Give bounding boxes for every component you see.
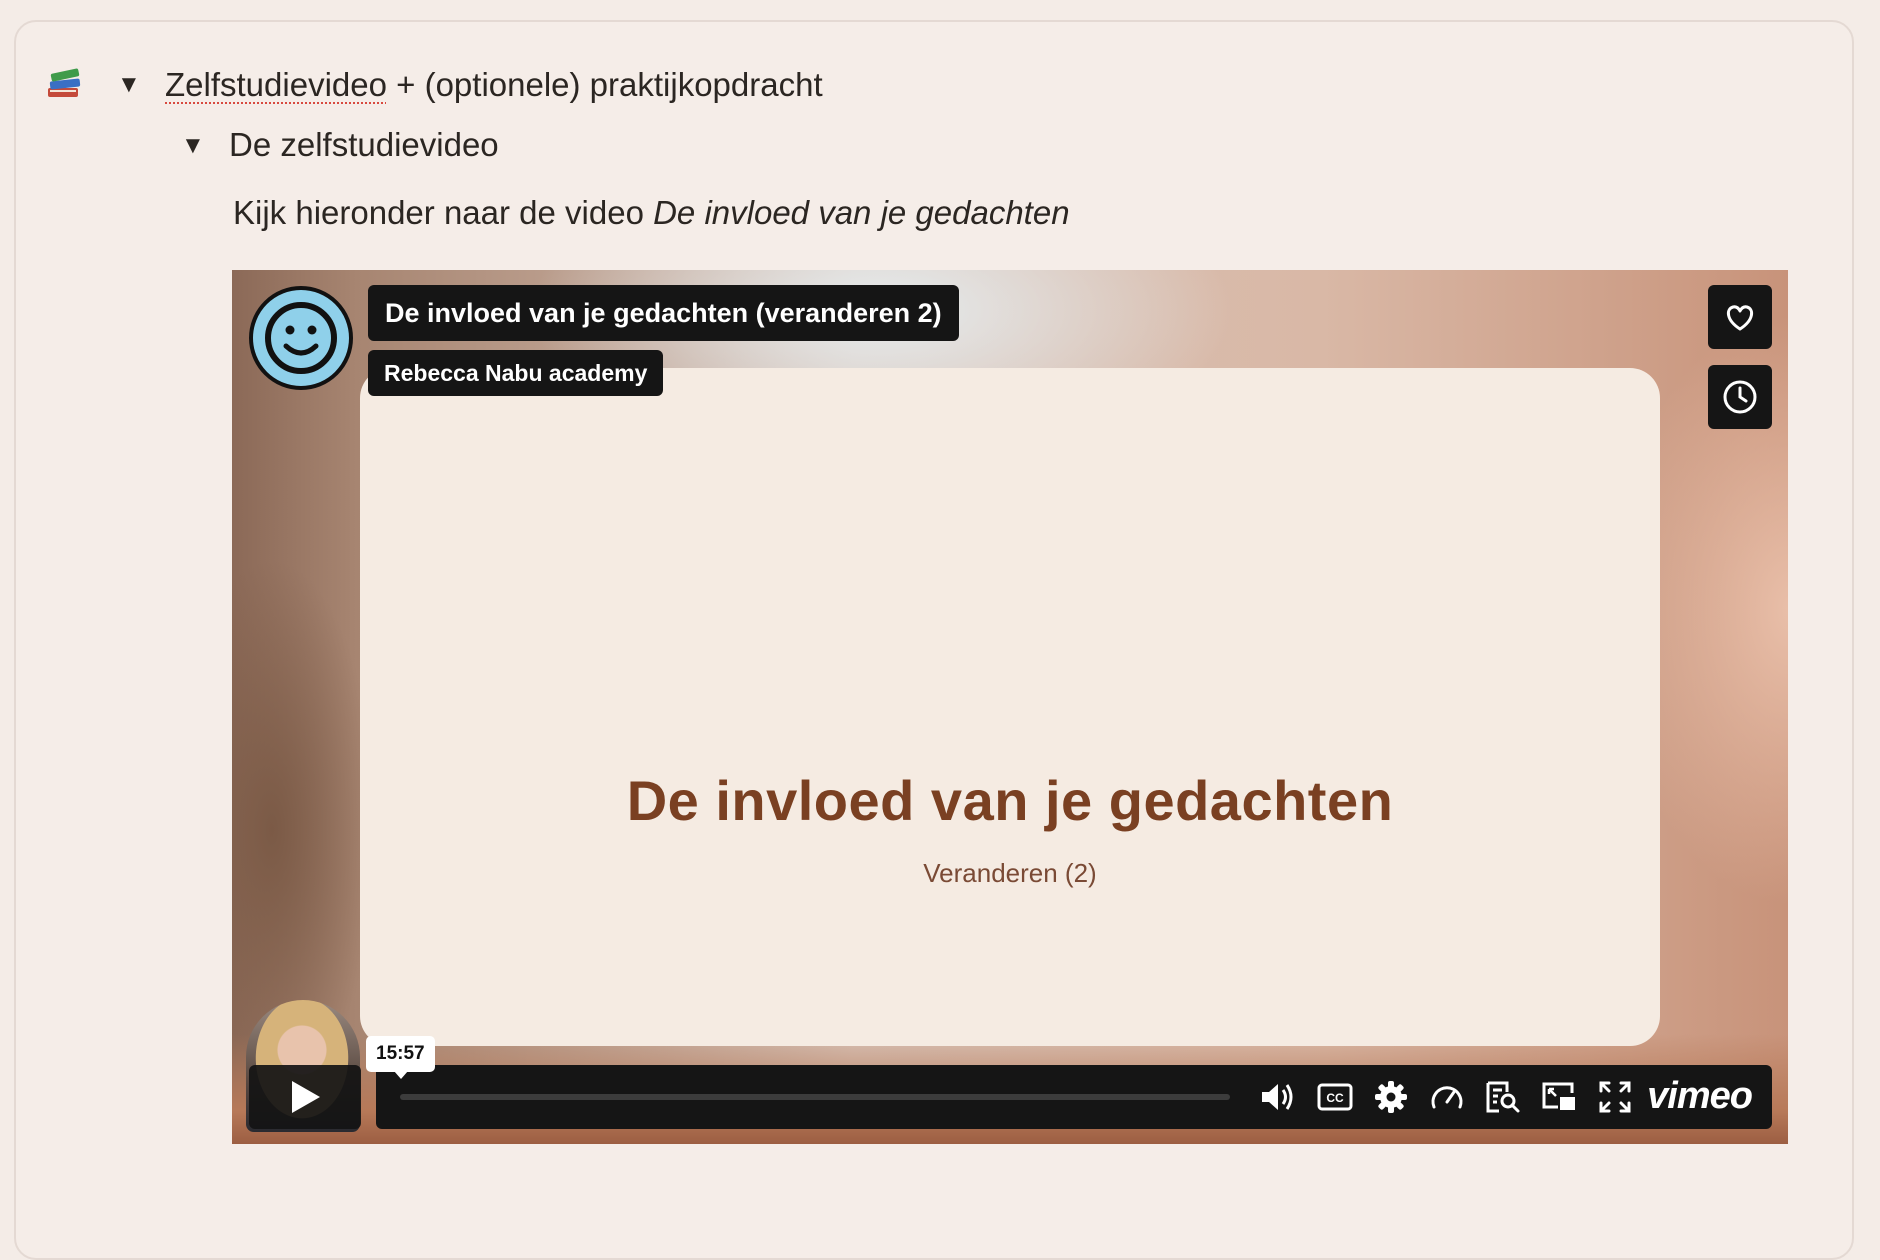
subsection-toggle-triangle-down-icon[interactable]: ▼ bbox=[181, 134, 205, 158]
transcript-search-icon bbox=[1486, 1081, 1520, 1113]
play-icon bbox=[292, 1081, 320, 1113]
section-heading-suffix: + (optionele) praktijkopdracht bbox=[386, 66, 823, 103]
svg-text:CC: CC bbox=[1326, 1091, 1344, 1105]
section-toggle-triangle-down-icon[interactable]: ▼ bbox=[117, 73, 141, 97]
play-button[interactable] bbox=[249, 1065, 361, 1129]
heart-icon bbox=[1726, 305, 1754, 331]
fullscreen-button[interactable] bbox=[1596, 1079, 1634, 1115]
video-owner-link[interactable]: Rebecca Nabu academy bbox=[368, 350, 664, 396]
slide-subtitle: Veranderen (2) bbox=[923, 858, 1097, 888]
section-heading-main: Zelfstudievideo bbox=[165, 66, 387, 103]
intro-text-main: Kijk hieronder naar de video bbox=[233, 194, 654, 231]
video-title-link[interactable]: De invloed van je gedachten (veranderen … bbox=[368, 285, 959, 341]
like-button[interactable] bbox=[1708, 285, 1772, 349]
intro-text: Kijk hieronder naar de video De invloed … bbox=[233, 194, 1070, 232]
channel-avatar[interactable] bbox=[249, 286, 353, 390]
section-heading: Zelfstudievideo + (optionele) praktijkop… bbox=[165, 66, 823, 104]
control-bar: CC vimeo bbox=[376, 1065, 1772, 1129]
books-icon bbox=[48, 68, 81, 97]
smiley-icon bbox=[265, 302, 337, 374]
video-player[interactable]: De invloed van je gedachten Veranderen (… bbox=[232, 270, 1788, 1144]
cc-icon: CC bbox=[1317, 1083, 1353, 1111]
watch-later-button[interactable] bbox=[1708, 365, 1772, 429]
fullscreen-icon bbox=[1599, 1081, 1631, 1113]
volume-icon bbox=[1262, 1084, 1293, 1110]
captions-button[interactable]: CC bbox=[1316, 1079, 1354, 1115]
intro-video-title: De invloed van je gedachten bbox=[653, 194, 1070, 231]
slide-title: De invloed van je gedachten bbox=[626, 769, 1394, 832]
transcript-button[interactable] bbox=[1484, 1079, 1522, 1115]
picture-in-picture-button[interactable] bbox=[1540, 1079, 1578, 1115]
subsection-heading: De zelfstudievideo bbox=[229, 126, 499, 163]
volume-button[interactable] bbox=[1260, 1079, 1298, 1115]
clock-icon bbox=[1723, 380, 1757, 414]
video-slide: De invloed van je gedachten Veranderen (… bbox=[360, 368, 1660, 1046]
progress-bar[interactable] bbox=[400, 1094, 1230, 1100]
settings-button[interactable] bbox=[1372, 1079, 1410, 1115]
playback-speed-button[interactable] bbox=[1428, 1079, 1466, 1115]
duration-tooltip: 15:57 bbox=[366, 1036, 435, 1079]
speed-icon bbox=[1431, 1086, 1463, 1109]
vimeo-logo[interactable]: vimeo bbox=[1647, 1074, 1753, 1118]
gear-icon bbox=[1375, 1081, 1407, 1113]
picture-in-picture-icon bbox=[1542, 1082, 1575, 1110]
